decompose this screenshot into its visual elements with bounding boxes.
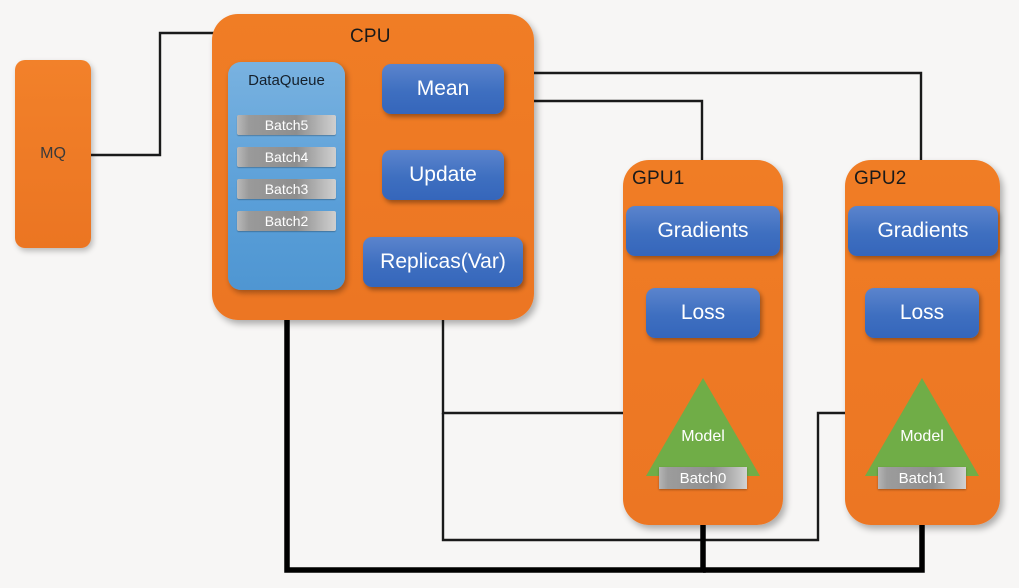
gpu2-gradients-node[interactable]: Gradients [848, 206, 998, 256]
gpu2-batch-chip[interactable]: Batch1 [878, 467, 966, 489]
queue-chip[interactable]: Batch4 [237, 147, 336, 167]
queue-chip[interactable]: Batch2 [237, 211, 336, 231]
gpu1-loss-node[interactable]: Loss [646, 288, 760, 338]
gpu1-gradients-node[interactable]: Gradients [626, 206, 780, 256]
update-node[interactable]: Update [382, 150, 504, 200]
queue-chip[interactable]: Batch3 [237, 179, 336, 199]
cpu-panel-title: CPU [350, 26, 391, 47]
gpu2-panel-title: GPU2 [854, 168, 907, 189]
dataqueue-node[interactable]: DataQueue Batch5 Batch4 Batch3 Batch2 [228, 62, 345, 290]
mq-node[interactable]: MQ [15, 60, 91, 248]
gpu1-panel-title: GPU1 [632, 168, 685, 189]
diagram-canvas: MQ CPU DataQueue Batch5 Batch4 Batch3 Ba… [0, 0, 1019, 588]
gpu1-batch-chip[interactable]: Batch0 [659, 467, 747, 489]
gpu2-loss-node[interactable]: Loss [865, 288, 979, 338]
mean-node[interactable]: Mean [382, 64, 504, 114]
dataqueue-title: DataQueue [248, 72, 325, 89]
queue-chip[interactable]: Batch5 [237, 115, 336, 135]
mq-label: MQ [40, 145, 66, 162]
gpu1-model-label: Model [681, 428, 725, 445]
gpu2-model-label: Model [900, 428, 944, 445]
replicas-var-node[interactable]: Replicas(Var) [363, 237, 523, 287]
